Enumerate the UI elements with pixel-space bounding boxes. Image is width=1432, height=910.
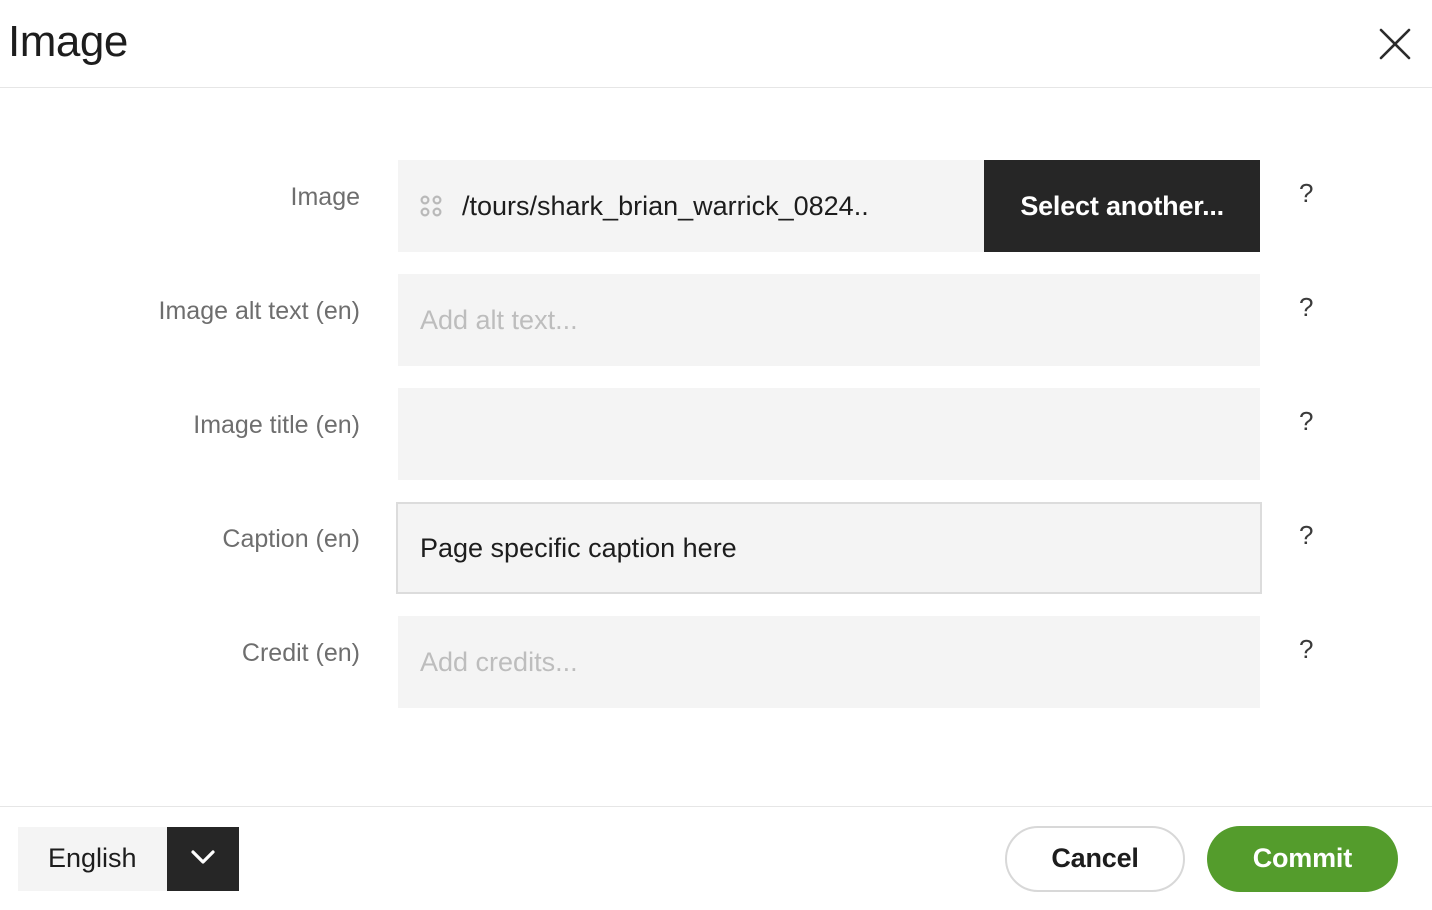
footer-actions: Cancel Commit (1005, 825, 1398, 892)
dialog-footer: English Cancel Commit (0, 806, 1432, 910)
grid-dots-icon (418, 193, 444, 219)
field-label-caption: Caption (en) (222, 525, 360, 553)
field-help-alt-text: ? (1260, 274, 1432, 321)
field-control-alt-text (398, 274, 1260, 366)
image-picker: /tours/shark_brian_warrick_0824.. Select… (398, 160, 1260, 252)
field-label-image-title: Image title (en) (193, 411, 360, 439)
help-icon[interactable]: ? (1299, 636, 1313, 662)
dialog-header: Image (0, 0, 1432, 88)
field-help-image: ? (1260, 160, 1432, 207)
close-icon (1378, 27, 1412, 61)
chevron-down-icon (190, 849, 216, 868)
help-icon[interactable]: ? (1299, 408, 1313, 434)
field-control-image-title (398, 388, 1260, 480)
commit-button[interactable]: Commit (1206, 825, 1398, 892)
field-row-caption: Caption (en) ? (0, 502, 1432, 594)
field-help-image-title: ? (1260, 388, 1432, 435)
field-row-credit: Credit (en) ? (0, 616, 1432, 708)
image-title-input[interactable] (398, 388, 1260, 480)
field-row-image-title: Image title (en) ? (0, 388, 1432, 480)
field-row-alt-text: Image alt text (en) ? (0, 274, 1432, 366)
select-another-button[interactable]: Select another... (984, 160, 1260, 252)
caption-input[interactable] (396, 502, 1262, 594)
help-icon[interactable]: ? (1299, 294, 1313, 320)
field-help-caption: ? (1260, 502, 1432, 549)
language-select-toggle[interactable] (166, 826, 239, 891)
help-icon[interactable]: ? (1299, 180, 1313, 206)
field-control-credit (398, 616, 1260, 708)
field-control-caption (396, 502, 1262, 594)
cancel-button[interactable]: Cancel (1005, 825, 1185, 892)
image-dialog: Image Image /tours/shark_brian_warrick_0… (0, 0, 1432, 910)
field-control-image: /tours/shark_brian_warrick_0824.. Select… (398, 160, 1260, 252)
credit-input[interactable] (398, 616, 1260, 708)
field-label-image: Image (290, 183, 360, 211)
field-help-credit: ? (1260, 616, 1432, 663)
page-title: Image (8, 16, 128, 66)
close-button[interactable] (1368, 17, 1422, 71)
field-label-alt-text: Image alt text (en) (158, 297, 360, 325)
language-select[interactable]: English (18, 826, 239, 891)
dialog-body: Image /tours/shark_brian_warrick_0824.. … (0, 88, 1432, 806)
alt-text-input[interactable] (398, 274, 1260, 366)
image-path-box[interactable]: /tours/shark_brian_warrick_0824.. (398, 160, 985, 252)
image-path-value: /tours/shark_brian_warrick_0824.. (462, 190, 869, 221)
field-row-image: Image /tours/shark_brian_warrick_0824.. … (0, 160, 1432, 252)
field-label-credit: Credit (en) (241, 639, 360, 667)
help-icon[interactable]: ? (1299, 522, 1313, 548)
